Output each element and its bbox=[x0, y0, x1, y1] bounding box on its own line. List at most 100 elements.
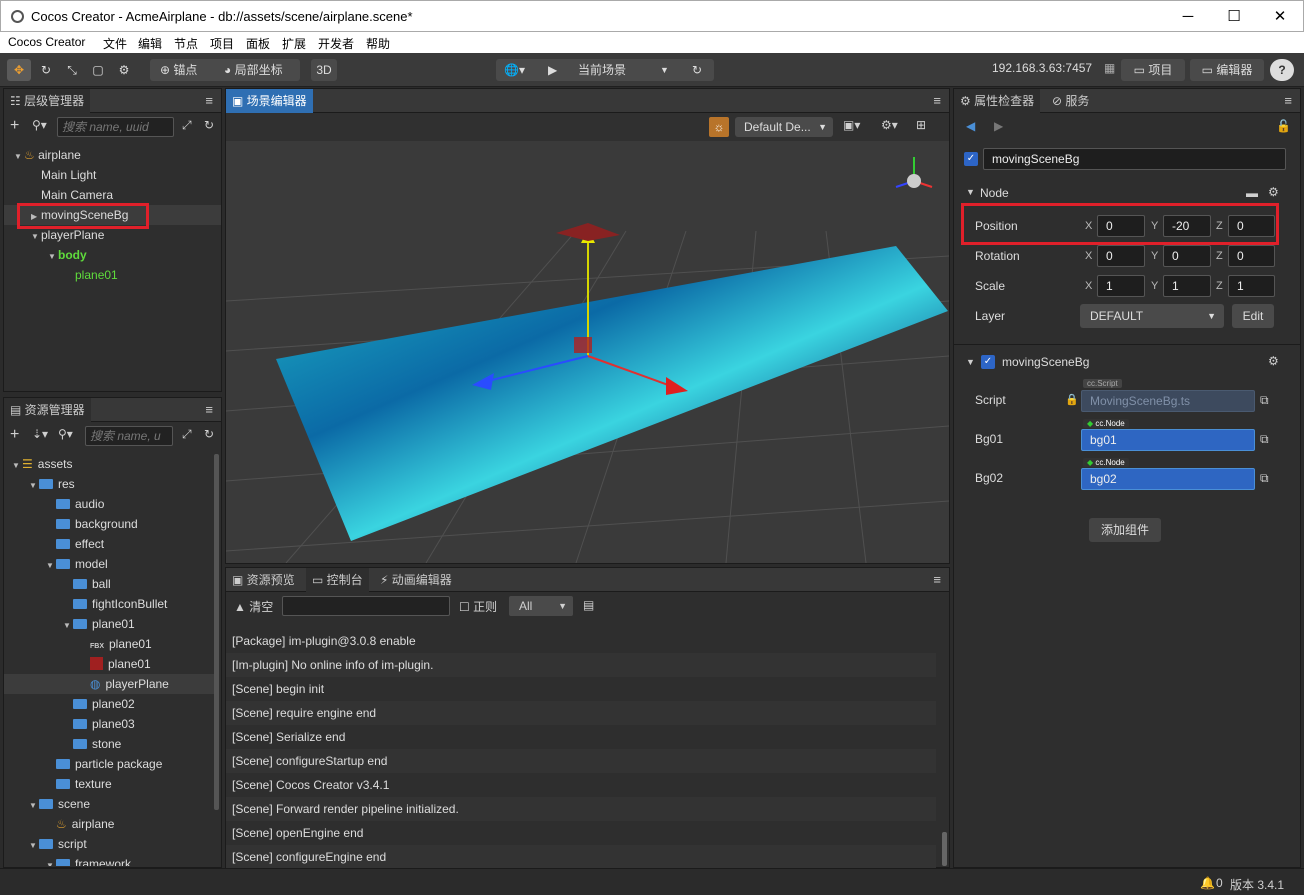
menu-edit[interactable]: 编辑 bbox=[138, 35, 162, 52]
editor-button[interactable]: ▭ 编辑器 bbox=[1190, 59, 1264, 81]
search-icon[interactable]: ⚲▾ bbox=[32, 118, 47, 132]
log-entry[interactable]: [Package] im-plugin@3.0.8 enable bbox=[226, 629, 936, 653]
tree-item[interactable]: ▼ plane01 bbox=[4, 614, 214, 634]
menu-file[interactable]: 文件 bbox=[103, 35, 127, 52]
menu-developer[interactable]: 开发者 bbox=[318, 35, 354, 52]
add-icon[interactable]: + bbox=[10, 117, 19, 135]
panel-menu-icon[interactable]: ≡ bbox=[205, 402, 213, 417]
gizmo-center[interactable] bbox=[574, 337, 592, 353]
log-entry[interactable]: [Im-plugin] No online info of im-plugin. bbox=[226, 653, 936, 677]
tree-item[interactable]: plane01 bbox=[4, 265, 221, 285]
anchor-button[interactable]: ⊕ 锚点 bbox=[160, 59, 197, 81]
locate-icon[interactable]: ⧉ bbox=[1260, 432, 1269, 447]
tab-asset-preview[interactable]: ▣ 资源预览 bbox=[226, 568, 301, 592]
panel-menu-icon[interactable]: ≡ bbox=[205, 93, 213, 108]
tree-item[interactable]: audio bbox=[4, 494, 214, 514]
tab-console[interactable]: ▭ 控制台 bbox=[306, 568, 369, 592]
rotation-x-input[interactable]: 0 bbox=[1097, 245, 1145, 267]
tree-item[interactable]: ▼ framework bbox=[4, 854, 214, 866]
scene-viewport[interactable] bbox=[226, 141, 949, 563]
expanded-arrow-icon[interactable]: ▼ bbox=[48, 247, 58, 267]
expanded-arrow-icon[interactable]: ▼ bbox=[46, 856, 56, 866]
minimize-button[interactable]: ─ bbox=[1165, 1, 1211, 32]
search-icon[interactable]: ⚲▾ bbox=[58, 427, 73, 441]
tree-item[interactable]: ▼ scene bbox=[4, 794, 214, 814]
clear-button[interactable]: ▲ 清空 bbox=[234, 598, 273, 615]
tree-item[interactable]: plane03 bbox=[4, 714, 214, 734]
forward-arrow-icon[interactable]: ▶ bbox=[994, 119, 1003, 133]
gear-icon[interactable]: ⚙ bbox=[1268, 354, 1279, 368]
local-coords-button[interactable]: ◕ 局部坐标 bbox=[224, 59, 283, 81]
camera-select[interactable]: Default De... ▼ bbox=[735, 117, 833, 137]
console-scrollbar[interactable] bbox=[942, 832, 947, 866]
scale-z-input[interactable]: 1 bbox=[1228, 275, 1275, 297]
tree-item[interactable]: plane02 bbox=[4, 694, 214, 714]
node-name-input[interactable]: movingSceneBg bbox=[983, 148, 1286, 170]
tree-item[interactable]: ▼ res bbox=[4, 474, 214, 494]
orientation-gizmo[interactable] bbox=[888, 151, 938, 201]
lock-icon[interactable]: 🔓 bbox=[1276, 119, 1291, 133]
tree-item[interactable]: fightIconBullet bbox=[4, 594, 214, 614]
menu-project[interactable]: 项目 bbox=[210, 35, 234, 52]
tab-inspector[interactable]: ⚙ 属性检查器 bbox=[954, 89, 1041, 113]
node-active-checkbox[interactable]: ✓ bbox=[964, 152, 978, 166]
book-icon[interactable]: ▬ bbox=[1246, 186, 1258, 200]
panel-menu-icon[interactable]: ≡ bbox=[1284, 93, 1292, 108]
expanded-arrow-icon[interactable]: ▼ bbox=[29, 836, 39, 856]
moving-scene-bg-plane[interactable] bbox=[276, 246, 948, 541]
menu-node[interactable]: 节点 bbox=[174, 35, 198, 52]
move-tool-icon[interactable]: ✥ bbox=[7, 59, 31, 81]
assets-search-input[interactable]: 搜索 name, u bbox=[85, 426, 173, 446]
tree-item-selected[interactable]: ◍ playerPlane bbox=[4, 674, 214, 694]
log-entry[interactable]: [Scene] require engine end bbox=[226, 701, 936, 725]
close-button[interactable]: ✕ bbox=[1257, 1, 1303, 32]
log-entry[interactable]: [Scene] Cocos Creator v3.4.1 bbox=[226, 773, 936, 797]
regex-checkbox[interactable]: ☐ 正则 bbox=[459, 598, 497, 615]
gear-icon[interactable]: ⚙ bbox=[113, 59, 135, 81]
log-entry[interactable]: [Scene] openEngine end bbox=[226, 821, 936, 845]
log-entry[interactable]: [Scene] Forward render pipeline initiali… bbox=[226, 797, 936, 821]
tab-services[interactable]: ⊘ 服务 bbox=[1046, 89, 1095, 113]
tree-item[interactable]: ▼ body bbox=[4, 245, 221, 265]
locate-icon[interactable]: ⧉ bbox=[1260, 471, 1269, 486]
gear-icon[interactable]: ⚙▾ bbox=[881, 118, 898, 132]
tab-scene-editor[interactable]: ▣ 场景编辑器 bbox=[226, 89, 313, 113]
component-enabled-checkbox[interactable]: ✓ bbox=[981, 355, 995, 369]
collapse-component-icon[interactable]: ▼ bbox=[966, 357, 975, 367]
log-entry[interactable]: [Scene] configureStartup end bbox=[226, 749, 936, 773]
menu-help[interactable]: 帮助 bbox=[366, 35, 390, 52]
project-button[interactable]: ▭ 项目 bbox=[1121, 59, 1185, 81]
log-level-select[interactable]: All ▼ bbox=[509, 596, 573, 616]
scale-y-input[interactable]: 1 bbox=[1163, 275, 1211, 297]
tree-item[interactable]: ▼ ♨ airplane bbox=[4, 145, 221, 165]
collapse-node-icon[interactable]: ▼ bbox=[966, 187, 975, 197]
maximize-button[interactable]: ☐ bbox=[1211, 1, 1257, 32]
rect-tool-icon[interactable]: ▢ bbox=[87, 59, 109, 81]
globe-icon[interactable]: 🌐▾ bbox=[504, 59, 525, 81]
scale-x-input[interactable]: 1 bbox=[1097, 275, 1145, 297]
log-file-icon[interactable]: ▤ bbox=[583, 598, 594, 612]
rotate-tool-icon[interactable]: ↻ bbox=[35, 59, 57, 81]
layer-edit-button[interactable]: Edit bbox=[1232, 304, 1274, 328]
toggle-3d-button[interactable]: 3D bbox=[311, 59, 337, 81]
expanded-arrow-icon[interactable]: ▼ bbox=[29, 476, 39, 496]
add-component-button[interactable]: 添加组件 bbox=[1089, 518, 1161, 542]
expanded-arrow-icon[interactable]: ▼ bbox=[12, 456, 22, 476]
back-arrow-icon[interactable]: ◀ bbox=[966, 119, 975, 133]
rotation-z-input[interactable]: 0 bbox=[1228, 245, 1275, 267]
preview-ip[interactable]: 192.168.3.63:7457 bbox=[992, 61, 1092, 75]
tree-item[interactable]: FBX plane01 bbox=[4, 634, 214, 654]
expand-icon[interactable]: ⤢ bbox=[182, 427, 192, 442]
tree-item[interactable]: texture bbox=[4, 774, 214, 794]
expanded-arrow-icon[interactable]: ▼ bbox=[46, 556, 56, 576]
scene-select[interactable]: 当前场景 bbox=[578, 59, 626, 81]
expanded-arrow-icon[interactable]: ▼ bbox=[63, 616, 73, 636]
grid-icon[interactable]: ⊞ bbox=[916, 118, 926, 132]
scene-canvas[interactable] bbox=[226, 141, 949, 563]
tree-item[interactable]: effect bbox=[4, 534, 214, 554]
tree-item[interactable]: plane01 bbox=[4, 654, 214, 674]
menu-extension[interactable]: 扩展 bbox=[282, 35, 306, 52]
rotation-y-input[interactable]: 0 bbox=[1163, 245, 1211, 267]
refresh-icon[interactable]: ↻ bbox=[204, 427, 214, 441]
assets-scrollbar[interactable] bbox=[214, 454, 219, 810]
